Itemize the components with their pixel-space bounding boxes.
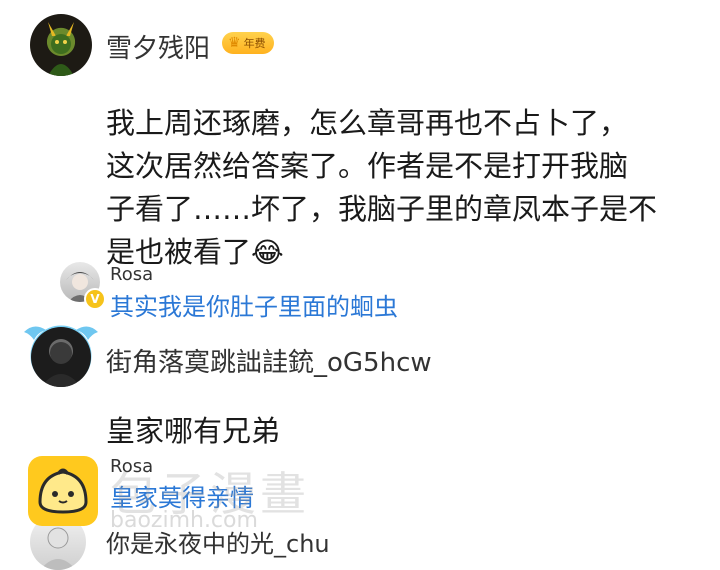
bun-mascot-icon [38, 468, 88, 514]
comment-username[interactable]: 街角落寞跳詘詿銃_oG5hcw [106, 342, 432, 379]
comment-body: 皇家哪有兄弟 [106, 414, 281, 448]
crown-icon: ♛ [228, 35, 241, 51]
comment-line: 我上周还琢磨，怎么章哥再也不占卜了， [106, 106, 629, 140]
vip-badge: ♛ 年费 [222, 32, 274, 54]
avatar-xuexi[interactable] [30, 14, 92, 76]
avatar-figure-icon [48, 22, 74, 76]
comment-username[interactable]: 雪夕残阳 [106, 28, 210, 65]
watermark-app-icon [28, 456, 98, 526]
laugh-cry-emoji-icon: 😂 [251, 236, 284, 269]
comment-body: 我上周还琢磨，怎么章哥再也不占卜了， 这次居然给答案了。作者是不是打开我脑 子看… [106, 102, 706, 274]
vip-badge-label: 年费 [243, 37, 266, 50]
comment-line: 是也被看了😂 [106, 231, 706, 274]
comment-line: 这次居然给答案了。作者是不是打开我脑 [106, 149, 629, 183]
reply-text[interactable]: 其实我是你肚子里面的蛔虫 [110, 287, 398, 322]
verified-badge-icon: V [84, 288, 106, 310]
comment-line: 子看了……坏了，我脑子里的章凤本子是不 [106, 192, 658, 226]
avatar-jiejiao[interactable] [31, 327, 91, 387]
reply-username[interactable]: Rosa [110, 264, 153, 285]
watermark-url: baozimh.com [110, 508, 258, 533]
avatar-silhouette-icon [41, 342, 81, 387]
